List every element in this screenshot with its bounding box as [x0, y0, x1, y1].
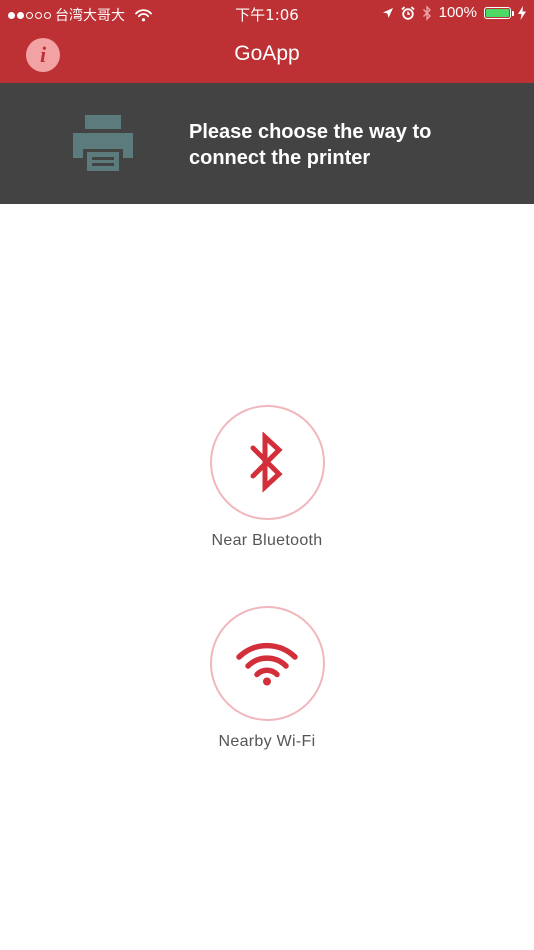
wifi-option-label: Nearby Wi-Fi: [218, 733, 316, 750]
page-title: GoApp: [234, 42, 300, 65]
nav-bar: i GoApp: [0, 28, 534, 83]
printer-icon: [73, 115, 133, 171]
header: 台湾大哥大 下午1:06 100% i GoApp: [0, 0, 534, 83]
bluetooth-option-label: Near Bluetooth: [211, 532, 323, 549]
battery-level: [486, 8, 509, 17]
battery-percent: 100%: [438, 4, 477, 21]
app-screen: 台湾大哥大 下午1:06 100% i GoApp Please choose …: [0, 0, 534, 950]
bluetooth-option[interactable]: Near Bluetooth: [0, 405, 534, 550]
wifi-option[interactable]: Nearby Wi-Fi: [0, 606, 534, 751]
bluetooth-icon: [250, 431, 283, 493]
status-right: 100%: [382, 4, 526, 21]
battery-icon: [484, 6, 514, 19]
banner-message: Please choose the way to connect the pri…: [189, 121, 432, 169]
bluetooth-option-circle[interactable]: [209, 405, 325, 520]
wifi-icon: [236, 642, 298, 685]
location-arrow-icon: [382, 7, 393, 18]
wifi-option-circle[interactable]: [209, 606, 325, 721]
charging-bolt-icon: [518, 5, 526, 20]
bluetooth-status-icon: [422, 4, 431, 21]
alarm-clock-icon: [400, 5, 415, 20]
instruction-banner: Please choose the way to connect the pri…: [0, 83, 534, 204]
status-bar: 台湾大哥大 下午1:06 100%: [0, 0, 534, 28]
